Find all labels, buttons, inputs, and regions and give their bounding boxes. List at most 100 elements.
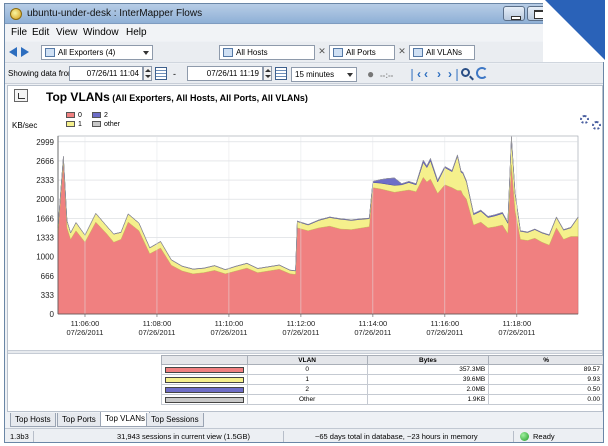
table-row[interactable]: Other 1.9KB 0.00 <box>161 394 603 405</box>
menu-file[interactable]: File <box>11 27 27 38</box>
previous-icon[interactable]: ‹ <box>424 67 428 81</box>
hosts-filter[interactable]: All Hosts <box>219 45 315 60</box>
table-row[interactable]: 2 2.0MB 0.50 <box>161 384 603 395</box>
table-header-row: VLAN Bytes % <box>161 355 603 365</box>
menu-edit[interactable]: Edit <box>32 27 49 38</box>
exporters-select[interactable]: All Exporters (4) <box>41 45 153 60</box>
tab-top-sessions[interactable]: Top Sessions <box>146 413 204 427</box>
x-tick-date: 07/26/2011 <box>210 328 247 337</box>
last-page-icon[interactable]: ›❘ <box>448 67 462 81</box>
vlans-value: All VLANs <box>426 48 463 57</box>
interval-value: 15 minutes <box>295 70 335 79</box>
bytes-column-header[interactable]: Bytes <box>366 355 490 365</box>
vlan-table: VLAN Bytes % 0 357.3MB 89.57 1 39.6MB 9.… <box>161 355 603 405</box>
app-window: ubuntu-under-desk : InterMapper Flows Fi… <box>4 3 604 443</box>
vlan-icon <box>413 48 423 57</box>
row-color-cell <box>161 374 248 385</box>
exporter-icon <box>45 48 55 57</box>
y-tick-label: 1666 <box>36 214 54 223</box>
first-page-icon[interactable]: ❘‹ <box>407 67 421 81</box>
from-date-spinner[interactable] <box>143 66 152 81</box>
bytes-cell: 2.0MB <box>366 384 490 395</box>
vlans-filter[interactable]: All VLANs <box>409 45 475 60</box>
y-tick-label: 333 <box>41 291 55 300</box>
menu-help[interactable]: Help <box>126 27 147 38</box>
tab-top-ports[interactable]: Top Ports <box>57 413 101 427</box>
menu-bar: File Edit View Window Help <box>5 25 603 41</box>
filter-toolbar: All Exporters (4) All Hosts ✕ All Ports … <box>5 42 603 63</box>
chevron-down-icon <box>143 51 149 55</box>
record-icon[interactable]: ● <box>367 67 374 81</box>
database-status: ~65 days total in database, ~23 hours in… <box>315 432 478 441</box>
x-tick-date: 07/26/2011 <box>498 328 535 337</box>
y-tick-label: 666 <box>41 272 55 281</box>
tab-top-vlans[interactable]: Top VLANs <box>100 412 151 427</box>
x-tick-date: 07/26/2011 <box>282 328 319 337</box>
menu-window[interactable]: Window <box>83 27 119 38</box>
row-color-cell <box>161 364 248 375</box>
interval-select[interactable]: 15 minutes <box>291 67 357 82</box>
tab-top-hosts[interactable]: Top Hosts <box>10 413 56 427</box>
color-column-header <box>161 355 248 365</box>
y-tick-label: 1333 <box>36 233 54 242</box>
table-row[interactable]: 1 39.6MB 9.93 <box>161 374 603 385</box>
zoom-icon[interactable] <box>461 68 470 77</box>
vlan-column-header[interactable]: VLAN <box>246 355 368 365</box>
status-bar: 1.3b3 31,943 sessions in current view (1… <box>5 428 603 442</box>
bytes-cell: 357.3MB <box>366 364 490 375</box>
to-date-input[interactable]: 07/26/11 11:19 <box>187 66 263 81</box>
x-tick-time: 11:10:00 <box>215 319 244 328</box>
ports-filter[interactable]: All Ports <box>329 45 395 60</box>
color-swatch <box>165 386 244 393</box>
x-tick-time: 11:12:00 <box>287 319 316 328</box>
minimize-button[interactable] <box>503 6 525 21</box>
vlan-cell: 2 <box>246 384 368 395</box>
bytes-cell: 1.9KB <box>366 394 490 405</box>
forward-arrow-icon[interactable] <box>21 47 29 57</box>
panel-splitter[interactable] <box>8 350 602 354</box>
from-calendar-icon[interactable] <box>155 67 167 80</box>
y-tick-label: 2333 <box>36 176 54 185</box>
next-icon[interactable]: › <box>437 67 441 81</box>
vlan-cell: 0 <box>246 364 368 375</box>
y-tick-label: 1000 <box>36 253 54 262</box>
ports-value: All Ports <box>346 48 376 57</box>
corner-flag <box>543 0 605 62</box>
percent-cell: 89.57 <box>488 364 603 375</box>
corner-triangle-icon <box>545 0 605 60</box>
menu-view[interactable]: View <box>56 27 78 38</box>
clear-ports-icon[interactable]: ✕ <box>396 45 408 58</box>
vlan-cell: Other <box>246 394 368 405</box>
y-tick-label: 2000 <box>36 195 54 204</box>
percent-column-header[interactable]: % <box>488 355 603 365</box>
back-arrow-icon[interactable] <box>9 47 17 57</box>
row-color-cell <box>161 394 248 405</box>
status-separator <box>283 431 284 442</box>
vlan-area-chart: 0 333 666 1000 1333 1666 2000 2333 2666 2999 11:06… <box>36 135 579 337</box>
hosts-value: All Hosts <box>236 48 268 57</box>
version-label: 1.3b3 <box>10 432 29 441</box>
x-tick-date: 07/26/2011 <box>138 328 175 337</box>
from-date-input[interactable]: 07/26/11 11:04 <box>69 66 143 81</box>
color-swatch <box>165 366 244 373</box>
ready-indicator-icon <box>520 432 529 441</box>
clear-hosts-icon[interactable]: ✕ <box>316 45 328 58</box>
color-swatch <box>165 396 244 403</box>
chevron-down-icon <box>347 73 353 77</box>
table-row[interactable]: 0 357.3MB 89.57 <box>161 364 603 375</box>
x-tick-time: 11:14:00 <box>359 319 388 328</box>
to-date-spinner[interactable] <box>263 66 272 81</box>
host-icon <box>223 48 233 57</box>
x-tick-time: 11:08:00 <box>143 319 172 328</box>
ready-status: Ready <box>533 432 555 441</box>
color-swatch <box>165 376 244 383</box>
x-tick-time: 11:16:00 <box>431 319 460 328</box>
view-tabs: Top Hosts Top Ports Top VLANs Top Sessio… <box>8 412 603 428</box>
to-calendar-icon[interactable] <box>275 67 287 80</box>
status-separator <box>33 431 34 442</box>
vlan-cell: 1 <box>246 374 368 385</box>
port-icon <box>333 48 343 57</box>
chart-panel: Top VLANs (All Exporters, All Hosts, All… <box>7 85 603 412</box>
percent-cell: 9.93 <box>488 374 603 385</box>
refresh-icon[interactable] <box>476 67 488 79</box>
